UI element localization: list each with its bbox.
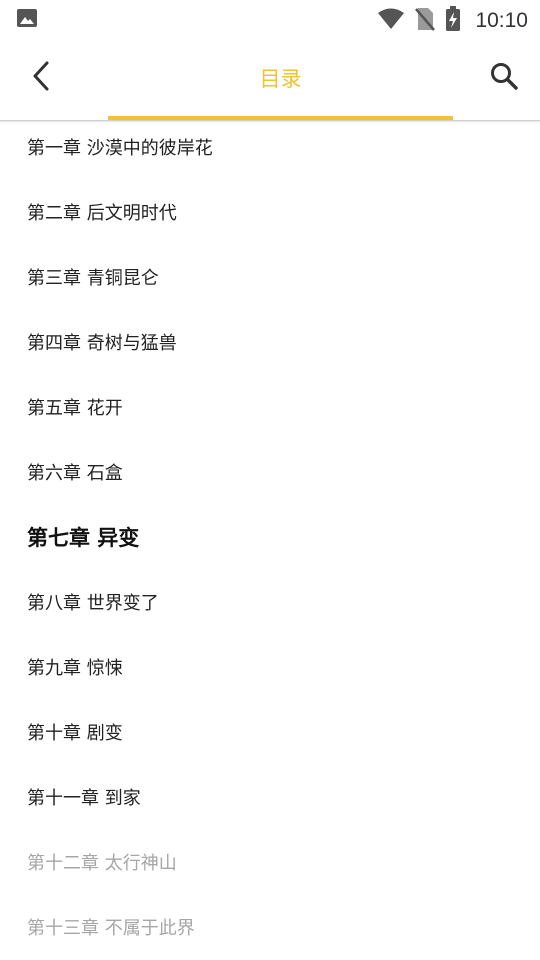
status-time: 10:10 (475, 9, 528, 32)
chapter-item[interactable]: 第五章 花开 (0, 374, 540, 439)
no-sim-icon (415, 7, 436, 35)
tab-contents[interactable]: 目录 (108, 36, 453, 120)
chapter-item[interactable]: 第十二章 太行神山 (0, 829, 540, 894)
chapter-item[interactable]: 第七章 异变 (0, 504, 540, 569)
search-button[interactable] (480, 54, 528, 102)
chapter-list: 第一章 沙漠中的彼岸花 第二章 后文明时代 第三章 青铜昆仑 第四章 奇树与猛兽 第五章… (0, 114, 540, 959)
status-bar: 10:10 (0, 0, 540, 36)
chapter-item[interactable]: 第十章 剧变 (0, 699, 540, 764)
chapter-item[interactable]: 第二章 后文明时代 (0, 179, 540, 244)
chapter-item[interactable]: 第十一章 到家 (0, 764, 540, 829)
chapter-item[interactable]: 第六章 石盒 (0, 439, 540, 504)
chapter-item[interactable]: 第四章 奇树与猛兽 (0, 309, 540, 374)
page-title: 目录 (259, 67, 302, 91)
status-icons: 10:10 (377, 6, 528, 36)
gallery-icon (16, 8, 38, 32)
chapter-item[interactable]: 第三章 青铜昆仑 (0, 244, 540, 309)
chapter-item[interactable]: 第十三章 不属于此界 (0, 894, 540, 959)
chapter-item[interactable]: 第九章 惊悚 (0, 634, 540, 699)
back-button[interactable] (18, 54, 66, 102)
wifi-icon (377, 8, 405, 34)
search-icon (489, 61, 519, 95)
chapter-item[interactable]: 第八章 世界变了 (0, 569, 540, 634)
chevron-left-icon (30, 60, 54, 96)
app-bar: 目录 (0, 36, 540, 121)
battery-charging-icon (445, 6, 461, 36)
chapter-item[interactable]: 第一章 沙漠中的彼岸花 (0, 114, 540, 179)
